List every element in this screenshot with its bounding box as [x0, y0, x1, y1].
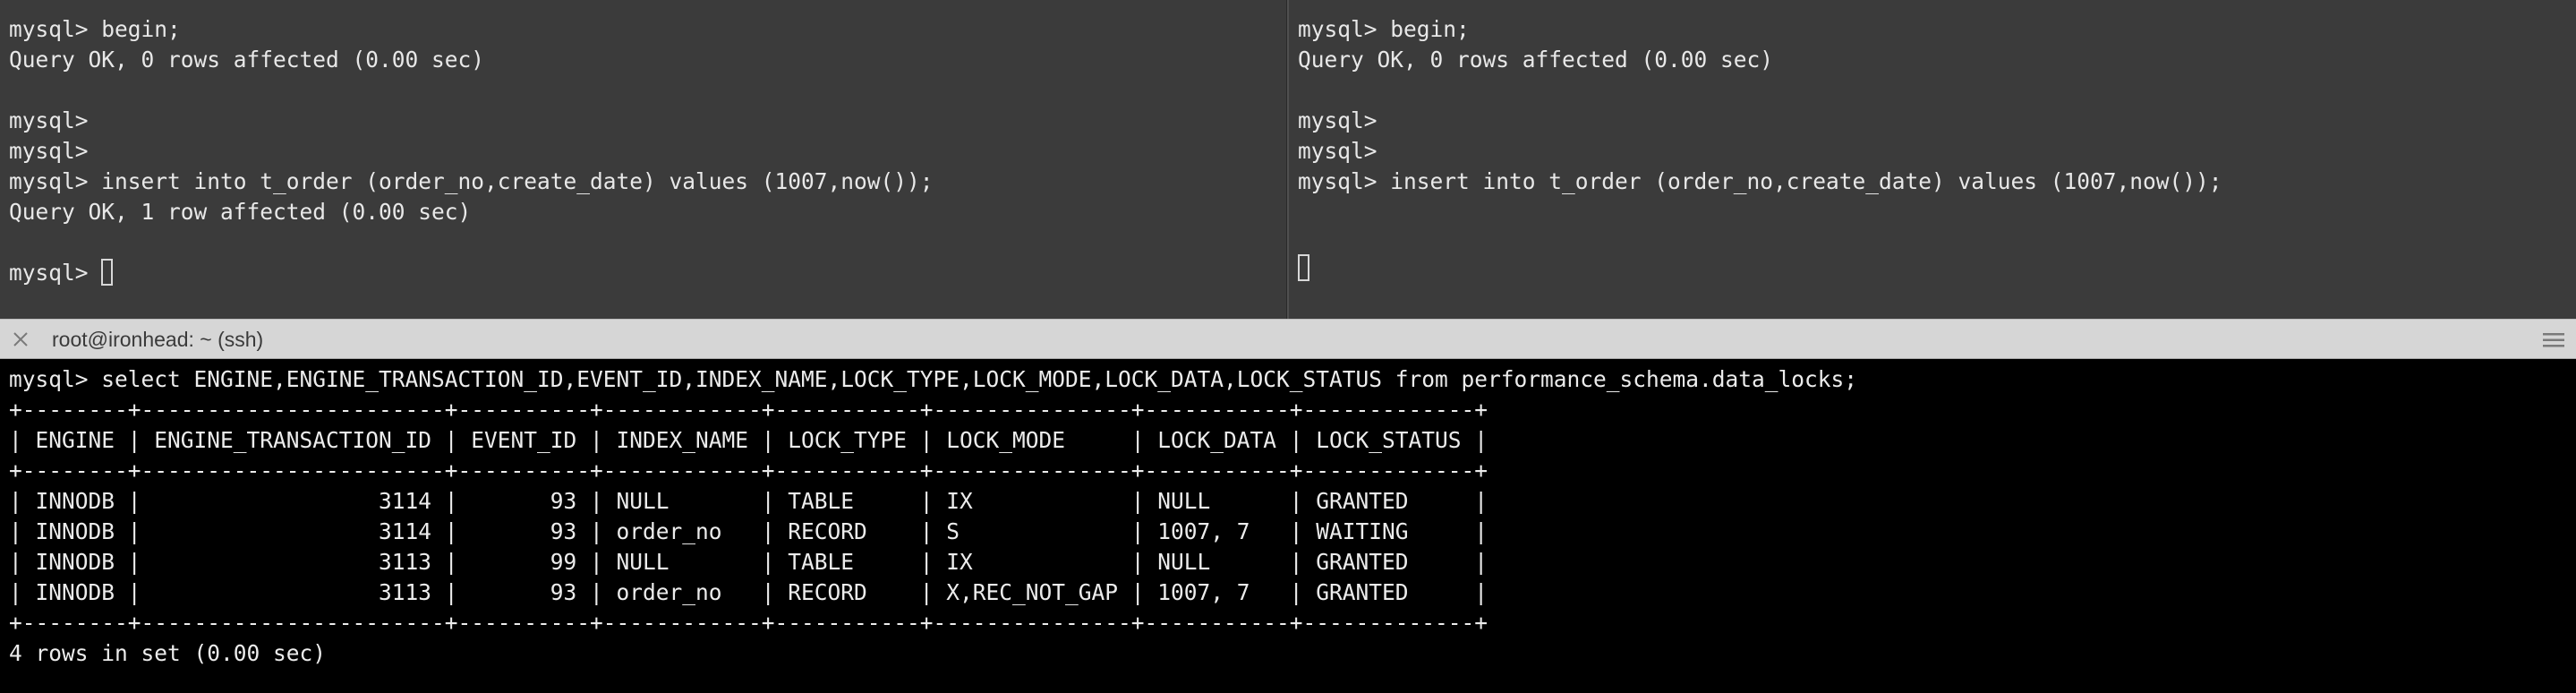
terminal-line: mysql> [1298, 138, 1378, 164]
terminal-tab-title-bar[interactable]: root@ironhead: ~ (ssh) [0, 319, 2576, 359]
terminal-line: Query OK, 0 rows affected (0.00 sec) [9, 47, 485, 73]
terminal-pane-top-left[interactable]: mysql> begin; Query OK, 0 rows affected … [0, 0, 1286, 319]
table-border-line: +--------+-----------------------+------… [9, 458, 1488, 483]
terminal-cursor-line[interactable] [1298, 254, 1309, 281]
table-border-line: +--------+-----------------------+------… [9, 610, 1488, 636]
terminal-output-top-right: mysql> begin; Query OK, 0 rows affected … [1298, 14, 2222, 197]
terminal-line: Query OK, 1 row affected (0.00 sec) [9, 199, 472, 225]
pane-title: root@ironhead: ~ (ssh) [52, 328, 264, 351]
terminal-line: mysql> [1298, 107, 1378, 133]
terminal-output-top-left: mysql> begin; Query OK, 0 rows affected … [9, 14, 934, 288]
hamburger-menu-icon[interactable] [2542, 330, 2565, 350]
terminal-output-bottom: mysql> select ENGINE,ENGINE_TRANSACTION_… [9, 364, 1857, 669]
terminal-line: mysql> begin; [1298, 16, 1470, 42]
prompt-text: mysql> [9, 260, 102, 286]
terminal-line: mysql> insert into t_order (order_no,cre… [9, 168, 934, 194]
terminal-pane-bottom[interactable]: mysql> select ENGINE,ENGINE_TRANSACTION_… [0, 359, 2576, 693]
terminal-line: Query OK, 0 rows affected (0.00 sec) [1298, 47, 1774, 73]
table-border-line: +--------+-----------------------+------… [9, 397, 1488, 423]
text-cursor [1298, 254, 1309, 281]
table-row: | INNODB | 3113 | 93 | order_no | RECORD… [9, 579, 1488, 605]
table-row: | INNODB | 3114 | 93 | NULL | TABLE | IX… [9, 488, 1488, 514]
table-row: | INNODB | 3114 | 93 | order_no | RECORD… [9, 518, 1488, 544]
result-summary-line: 4 rows in set (0.00 sec) [9, 640, 327, 666]
terminal-line: mysql> [9, 107, 89, 133]
table-row: | INNODB | 3113 | 99 | NULL | TABLE | IX… [9, 549, 1488, 575]
terminal-line: mysql> insert into t_order (order_no,cre… [1298, 168, 2222, 194]
top-split-area: mysql> begin; Query OK, 0 rows affected … [0, 0, 2576, 319]
terminal-line: mysql> begin; [9, 16, 181, 42]
terminal-line: mysql> [9, 138, 89, 164]
close-icon[interactable] [11, 329, 30, 349]
terminal-prompt-line[interactable]: mysql> [9, 258, 934, 288]
table-header-row: | ENGINE | ENGINE_TRANSACTION_ID | EVENT… [9, 427, 1488, 453]
text-cursor [101, 259, 114, 286]
terminal-command-line: mysql> select ENGINE,ENGINE_TRANSACTION_… [9, 366, 1858, 392]
terminal-pane-top-right[interactable]: mysql> begin; Query OK, 0 rows affected … [1289, 0, 2576, 319]
